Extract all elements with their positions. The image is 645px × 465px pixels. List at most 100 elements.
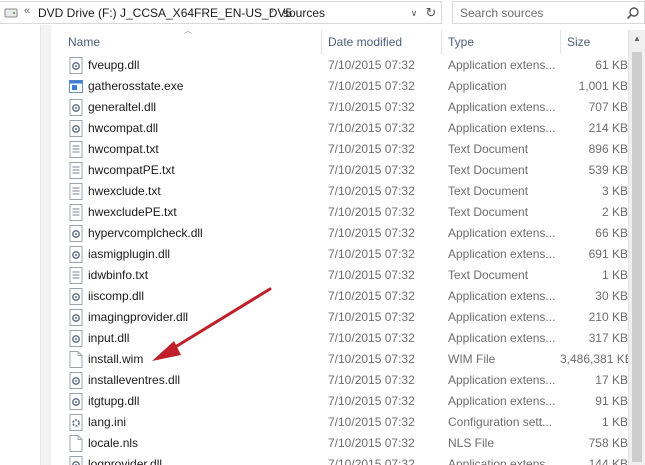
file-date-modified: 7/10/2015 07:32 (328, 415, 415, 429)
search-input[interactable] (460, 5, 620, 21)
file-name: hwcompatPE.txt (88, 163, 175, 177)
file-icon (69, 435, 83, 452)
file-type: Application extens... (448, 310, 556, 324)
file-row[interactable]: logprovider.dll 7/10/2015 07:32 Applicatio… (66, 454, 628, 465)
file-type: Application extens... (448, 226, 556, 240)
breadcrumb-separator-icon[interactable]: › (270, 5, 274, 17)
file-type: WIM File (448, 352, 496, 366)
file-name: hypervcomplcheck.dll (88, 226, 203, 240)
file-date-modified: 7/10/2015 07:32 (328, 436, 415, 450)
file-date-modified: 7/10/2015 07:32 (328, 163, 415, 177)
file-date-modified: 7/10/2015 07:32 (328, 142, 415, 156)
txt-icon (69, 204, 83, 221)
dll-icon (69, 330, 83, 347)
file-type: Application extens... (448, 58, 556, 72)
file-row[interactable]: lang.ini 7/10/2015 07:32 Configuration set… (66, 412, 628, 433)
file-date-modified: 7/10/2015 07:32 (328, 289, 415, 303)
file-type: Application extens... (448, 121, 556, 135)
file-name: locale.nls (88, 436, 139, 450)
file-row[interactable]: imagingprovider.dll 7/10/2015 07:32 Applic… (66, 307, 628, 328)
file-icon (69, 351, 83, 368)
breadcrumb-sources[interactable]: sources (283, 6, 325, 20)
file-type: Text Document (448, 205, 529, 219)
file-row[interactable]: hwcompat.dll 7/10/2015 07:32 Application e… (66, 118, 628, 139)
breadcrumb-drive[interactable]: DVD Drive (F:) J_CCSA_X64FRE_EN-US_DV5 (38, 6, 292, 20)
address-overflow-icon[interactable]: « (24, 5, 30, 17)
ini-icon (69, 414, 83, 431)
refresh-icon[interactable]: ↻ (423, 4, 439, 22)
file-row[interactable]: input.dll 7/10/2015 07:32 Application exte… (66, 328, 628, 349)
file-date-modified: 7/10/2015 07:32 (328, 268, 415, 282)
scrollbar-thumb[interactable] (632, 52, 642, 462)
file-name: install.wim (88, 352, 144, 366)
file-type: Application extens... (448, 394, 556, 408)
file-name: fveupg.dll (88, 58, 140, 72)
file-size: 144 KB (588, 457, 628, 465)
file-row[interactable]: hwcompatPE.txt 7/10/2015 07:32 Text Docume… (66, 160, 628, 181)
file-size: 691 KB (588, 247, 628, 261)
file-type: Application extens... (448, 457, 556, 465)
file-row[interactable]: iiscomp.dll 7/10/2015 07:32 Application ex… (66, 286, 628, 307)
file-type: Application extens... (448, 331, 556, 345)
scroll-up-icon[interactable]: ▲ (629, 30, 645, 47)
file-size: 2 KB (601, 205, 628, 219)
file-row[interactable]: hypervcomplcheck.dll 7/10/2015 07:32 Appli… (66, 223, 628, 244)
txt-icon (69, 162, 83, 179)
file-type: Text Document (448, 163, 529, 177)
column-header-date[interactable]: Date modified (322, 30, 442, 54)
file-name: installeventres.dll (88, 373, 181, 387)
search-box[interactable] (452, 1, 645, 24)
txt-icon (69, 267, 83, 284)
file-name: hwexcludePE.txt (88, 205, 177, 219)
file-size: 317 KB (588, 331, 628, 345)
file-row[interactable]: locale.nls 7/10/2015 07:32 NLS File 758 KB (66, 433, 628, 454)
file-name: iiscomp.dll (88, 289, 145, 303)
column-header-size[interactable]: Size (561, 30, 627, 54)
file-type: Application (448, 79, 507, 93)
file-name: iasmigplugin.dll (88, 247, 171, 261)
column-header-name[interactable]: Name (62, 30, 324, 54)
file-row[interactable]: gatherosstate.exe 7/10/2015 07:32 Applicat… (66, 76, 628, 97)
file-row[interactable]: generaltel.dll 7/10/2015 07:32 Application… (66, 97, 628, 118)
exe-icon (69, 80, 83, 93)
file-date-modified: 7/10/2015 07:32 (328, 205, 415, 219)
file-row[interactable]: fveupg.dll 7/10/2015 07:32 Application ext… (66, 55, 628, 76)
dll-icon (69, 57, 83, 74)
file-date-modified: 7/10/2015 07:32 (328, 184, 415, 198)
file-size: 66 KB (595, 226, 628, 240)
column-header-type[interactable]: Type (442, 30, 560, 54)
file-date-modified: 7/10/2015 07:32 (328, 226, 415, 240)
file-row[interactable]: iasmigplugin.dll 7/10/2015 07:32 Applicati… (66, 244, 628, 265)
file-size: 1 KB (601, 268, 628, 282)
navigation-scrollbar[interactable] (40, 25, 51, 465)
file-row[interactable]: hwexcludePE.txt 7/10/2015 07:32 Text Docum… (66, 202, 628, 223)
drive-icon (4, 8, 18, 18)
dll-icon (69, 225, 83, 242)
file-name: logprovider.dll (88, 457, 163, 465)
file-size: 17 KB (595, 373, 628, 387)
file-name: lang.ini (88, 415, 127, 429)
search-icon[interactable] (626, 6, 640, 20)
address-bar[interactable]: « DVD Drive (F:) J_CCSA_X64FRE_EN-US_DV5… (0, 1, 442, 24)
file-row[interactable]: installeventres.dll 7/10/2015 07:32 Applic… (66, 370, 628, 391)
file-name: gatherosstate.exe (88, 79, 184, 93)
file-size: 1 KB (601, 415, 628, 429)
dll-icon (69, 120, 83, 137)
dll-icon (69, 99, 83, 116)
file-date-modified: 7/10/2015 07:32 (328, 79, 415, 93)
file-row[interactable]: idwbinfo.txt 7/10/2015 07:32 Text Document… (66, 265, 628, 286)
file-name: idwbinfo.txt (88, 268, 149, 282)
file-row[interactable]: hwexclude.txt 7/10/2015 07:32 Text Documen… (66, 181, 628, 202)
file-row[interactable]: itgtupg.dll 7/10/2015 07:32 Application ex… (66, 391, 628, 412)
file-row[interactable]: install.wim 7/10/2015 07:32 WIM File 3,486,… (66, 349, 628, 370)
file-type: Application extens... (448, 100, 556, 114)
vertical-scrollbar[interactable]: ▲ (628, 30, 645, 465)
file-size: 758 KB (588, 436, 628, 450)
file-row[interactable]: hwcompat.txt 7/10/2015 07:32 Text Document… (66, 139, 628, 160)
file-size: 91 KB (595, 394, 628, 408)
address-dropdown-icon[interactable]: ∨ (407, 4, 421, 22)
dll-icon (69, 309, 83, 326)
file-type: Application extens... (448, 289, 556, 303)
file-size: 61 KB (595, 58, 628, 72)
file-type: Application extens... (448, 247, 556, 261)
